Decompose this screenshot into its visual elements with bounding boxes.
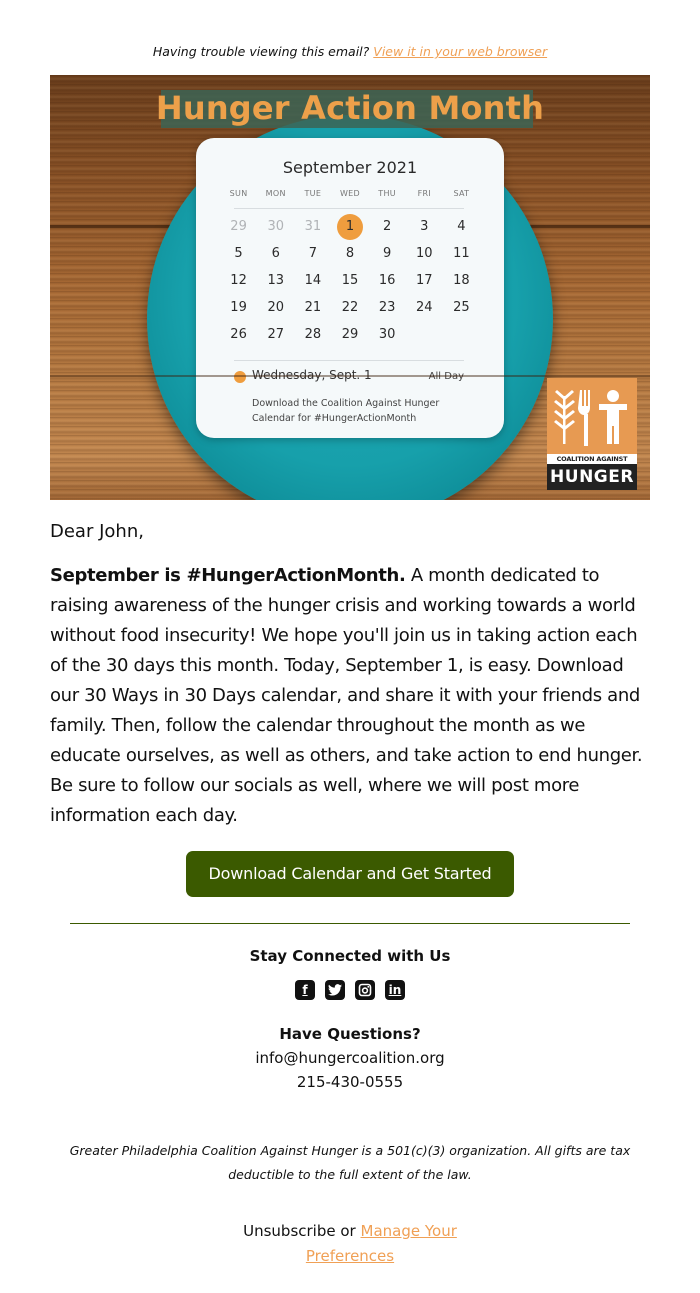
calendar-day: 17 <box>416 273 433 288</box>
instagram-icon[interactable] <box>355 980 375 1000</box>
calendar-day: 21 <box>304 300 322 315</box>
calendar-day: 7 <box>308 246 317 261</box>
hero-title: Hunger Action Month <box>155 89 545 127</box>
logo-line1: COALITION AGAINST <box>547 454 637 464</box>
calendar-day: 16 <box>378 273 396 288</box>
unsubscribe-block: Unsubscribe or Manage Your Preferences <box>240 1219 460 1269</box>
calendar-day: 11 <box>453 246 470 261</box>
calendar-day: 18 <box>453 273 470 288</box>
calendar-day: 29 <box>341 327 359 342</box>
calendar-day: 25 <box>453 300 470 315</box>
calendar-days: 29 30 31 1 2 3 4 5 6 7 8 9 10 11 12 13 14 15 16 17 18 19 20 21 2… <box>220 213 480 348</box>
logo-line2: HUNGER <box>547 464 637 490</box>
event-dot-icon <box>234 371 246 383</box>
calendar-day: 31 <box>304 219 322 234</box>
wheat-fork-person-icon <box>554 390 627 446</box>
calendar-day: 5 <box>234 246 243 261</box>
unsubscribe-link[interactable]: Unsubscribe <box>243 1222 335 1240</box>
calendar-divider <box>234 208 464 209</box>
calendar-day: 24 <box>416 300 433 315</box>
calendar-day: 12 <box>230 273 247 288</box>
contact-email[interactable]: info@hungercoalition.org <box>0 1049 700 1067</box>
event-time: All Day <box>428 371 464 382</box>
stay-connected-heading: Stay Connected with Us <box>249 947 451 965</box>
preheader-text: Having trouble viewing this email? <box>152 44 370 59</box>
calendar-day: 4 <box>457 219 466 234</box>
hero-image[interactable]: Hunger Action Month September 2021 SUN MO… <box>50 75 650 500</box>
calendar-day: 10 <box>416 246 433 261</box>
facebook-icon[interactable]: f <box>295 980 315 1000</box>
calendar-day: 15 <box>341 273 359 288</box>
event-date: Wednesday, Sept. 1 <box>252 368 372 382</box>
calendar-day: 14 <box>304 273 322 288</box>
calendar-day: 20 <box>267 300 284 315</box>
weekday-label: THU <box>378 189 396 198</box>
calendar-day: 2 <box>382 219 392 234</box>
preheader: Having trouble viewing this email? View … <box>0 44 700 59</box>
weekday-label: WED <box>339 189 360 198</box>
calendar-day: 30 <box>378 327 396 342</box>
body-text: A month dedicated to raising awareness o… <box>50 565 643 826</box>
weekday-label: SUN <box>229 189 248 198</box>
body-lead: September is #HungerActionMonth. <box>50 565 406 586</box>
weekday-label: SAT <box>453 189 470 198</box>
logo-mark <box>547 378 637 454</box>
body-paragraph: September is #HungerActionMonth. A month… <box>50 561 655 831</box>
greeting: Dear John, <box>50 521 144 542</box>
coalition-logo: COALITION AGAINST HUNGER <box>547 378 637 490</box>
download-calendar-button[interactable]: Download Calendar and Get Started <box>186 851 514 897</box>
event-description: Download the Coalition Against Hunger Ca… <box>252 398 440 424</box>
calendar-day: 26 <box>230 327 247 342</box>
calendar-card: September 2021 SUN MON TUE WED THU FRI SAT 29 3… <box>196 138 504 438</box>
twitter-icon[interactable] <box>325 980 345 1000</box>
calendar-day: 6 <box>271 246 280 261</box>
footer-divider <box>70 923 630 924</box>
calendar-day: 23 <box>378 300 396 315</box>
calendar-day: 30 <box>267 219 284 234</box>
calendar-day: 29 <box>230 219 247 234</box>
weekday-label: FRI <box>417 189 431 198</box>
calendar-day: 3 <box>420 219 429 234</box>
social-links: f in <box>0 980 700 1000</box>
weekday-label: MON <box>265 189 286 198</box>
calendar-day: 27 <box>267 327 284 342</box>
calendar-divider <box>234 360 464 361</box>
calendar-month: September 2021 <box>282 158 418 177</box>
calendar-day-today: 1 <box>331 213 368 240</box>
contact-phone[interactable]: 215-430-0555 <box>0 1073 700 1091</box>
calendar-day-number: 1 <box>345 219 355 234</box>
calendar-day: 22 <box>341 300 359 315</box>
questions-heading: Have Questions? <box>279 1025 421 1043</box>
or-text: or <box>335 1222 361 1240</box>
weekday-label: TUE <box>304 189 322 198</box>
calendar-weekdays: SUN MON TUE WED THU FRI SAT <box>220 189 480 198</box>
calendar-day: 19 <box>230 300 247 315</box>
legal-disclaimer: Greater Philadelphia Coalition Against H… <box>69 1143 631 1182</box>
calendar-day: 8 <box>345 246 355 261</box>
view-in-browser-link[interactable]: View it in your web browser <box>373 44 547 59</box>
linkedin-icon[interactable]: in <box>385 980 405 1000</box>
calendar-day: 13 <box>267 273 284 288</box>
calendar-day: 9 <box>382 246 392 261</box>
calendar-day: 28 <box>304 327 322 342</box>
